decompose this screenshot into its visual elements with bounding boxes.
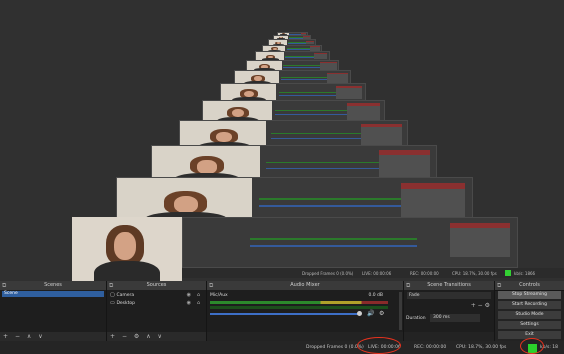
preview-status-strip: Dropped Frames 0 (0.0%) LIVE: 00:00:06 R…	[182, 268, 564, 278]
scene-transitions-body: Fade + − ⚙ Duration 300 ms	[404, 290, 494, 332]
display-source-icon: ▭	[110, 300, 115, 306]
scenes-list: Scene	[0, 290, 106, 332]
source-item-camera[interactable]: ▢ Camera ◉ ⌂	[110, 292, 203, 298]
obs-window: Dropped Frames 0 (0.0%) LIVE: 00:00:06 R…	[0, 0, 564, 354]
dock-pin-icon[interactable]: ⧉	[406, 281, 410, 290]
studio-mode-button[interactable]: Studio Mode	[498, 311, 561, 319]
stop-streaming-button[interactable]: Stop Streaming	[498, 291, 561, 299]
audio-level-meter-right	[210, 306, 388, 309]
camera-source-icon: ▢	[110, 292, 115, 298]
audio-mixer-body: Mic/Aux 0.0 dB 🔊 ⚙	[207, 290, 403, 332]
gear-icon[interactable]: ⚙	[379, 310, 384, 317]
audio-mixer-title: Audio Mixer	[290, 282, 320, 288]
source-settings-icon[interactable]: ⚙	[134, 333, 139, 340]
sources-list: ▢ Camera ◉ ⌂ ▭ Desktop ◉ ⌂	[107, 290, 206, 332]
indicator-annotation-ring	[520, 338, 544, 354]
move-down-icon[interactable]: ∨	[38, 333, 42, 340]
first-level-ui-frame	[182, 217, 518, 268]
source-label: Desktop	[116, 301, 135, 306]
scenes-dock: ⧉ Scenes Scene + − ∧ ∨	[0, 281, 107, 341]
scenes-toolbar: + − ∧ ∨	[0, 332, 106, 341]
move-up-icon[interactable]: ∧	[146, 333, 150, 340]
dropped-frames: Dropped Frames 0 (0.0%)	[306, 345, 364, 350]
preview-kbps: kb/s: 1866	[514, 271, 536, 276]
sources-toolbar: + − ⚙ ∧ ∨	[107, 332, 206, 341]
eye-icon[interactable]: ◉	[187, 292, 191, 298]
sources-dock-title: Sources	[146, 282, 167, 288]
sources-dock: ⧉ Sources ▢ Camera ◉ ⌂ ▭ Desktop ◉ ⌂ + −…	[107, 281, 207, 341]
scene-item[interactable]: Scene	[2, 291, 104, 297]
camera-feed	[72, 217, 182, 281]
move-up-icon[interactable]: ∧	[27, 333, 31, 340]
controls-title: Controls	[519, 282, 540, 288]
start-recording-button[interactable]: Start Recording	[498, 301, 561, 309]
duration-label: Duration	[406, 316, 426, 321]
add-scene-icon[interactable]: +	[3, 333, 8, 340]
cpu-fps: CPU: 18.7%, 30.00 fps	[456, 345, 507, 350]
remove-scene-icon[interactable]: −	[15, 333, 20, 340]
lock-icon[interactable]: ⌂	[197, 300, 200, 306]
volume-fader-track[interactable]	[210, 313, 360, 315]
dock-area: ⧉ Scenes Scene + − ∧ ∨ ⧉ Sources ▢ Camer	[0, 281, 564, 341]
rec-time: REC: 00:00:00	[414, 345, 447, 350]
preview-live-time: LIVE: 00:00:06	[362, 271, 392, 276]
volume-icon[interactable]: 🔊	[367, 310, 374, 317]
mixer-channel-name: Mic/Aux	[210, 293, 228, 298]
remove-source-icon[interactable]: −	[122, 333, 127, 340]
status-bar: Dropped Frames 0 (0.0%) LIVE: 00:00:06 R…	[0, 341, 564, 354]
duration-field[interactable]: 300 ms	[430, 314, 480, 322]
live-annotation-ring	[357, 337, 401, 354]
scenes-dock-title: Scenes	[44, 282, 62, 288]
lock-icon[interactable]: ⌂	[197, 292, 200, 298]
dock-pin-icon[interactable]: ⧉	[2, 281, 6, 290]
transition-add-remove-icons[interactable]: + − ⚙	[471, 302, 490, 309]
transition-type-select[interactable]: Fade	[407, 292, 491, 299]
mixer-scrollbar[interactable]	[399, 292, 402, 330]
source-label: Camera	[116, 293, 135, 298]
audio-mixer-dock: ⧉ Audio Mixer Mic/Aux 0.0 dB 🔊 ⚙	[207, 281, 404, 341]
move-down-icon[interactable]: ∨	[158, 333, 162, 340]
settings-button[interactable]: Settings	[498, 321, 561, 329]
scene-transitions-dock: ⧉ Scene Transitions Fade + − ⚙ Duration …	[404, 281, 495, 341]
preview-cpu-fps: CPU: 18.7%, 30.00 fps	[452, 271, 497, 276]
eye-icon[interactable]: ◉	[187, 300, 191, 306]
controls-dock: ⧉ Controls Stop Streaming Start Recordin…	[495, 281, 564, 341]
mixer-db-readout: 0.0 dB	[368, 293, 383, 298]
scene-transitions-title: Scene Transitions	[427, 282, 471, 288]
dock-pin-icon[interactable]: ⧉	[497, 281, 501, 290]
audio-level-meter	[210, 301, 388, 304]
source-item-desktop[interactable]: ▭ Desktop ◉ ⌂	[110, 300, 203, 306]
preview-dropped-frames: Dropped Frames 0 (0.0%)	[302, 271, 354, 276]
preview-rec-time: REC: 00:00:00	[410, 271, 439, 276]
dock-pin-icon[interactable]: ⧉	[109, 281, 113, 290]
preview-canvas[interactable]: Dropped Frames 0 (0.0%) LIVE: 00:00:06 R…	[0, 0, 564, 281]
controls-header: ⧉ Controls	[495, 281, 564, 291]
preview-stream-indicator	[505, 270, 511, 276]
dock-pin-icon[interactable]: ⧉	[209, 281, 213, 290]
volume-fader-handle[interactable]	[357, 311, 362, 316]
add-source-icon[interactable]: +	[110, 333, 115, 340]
